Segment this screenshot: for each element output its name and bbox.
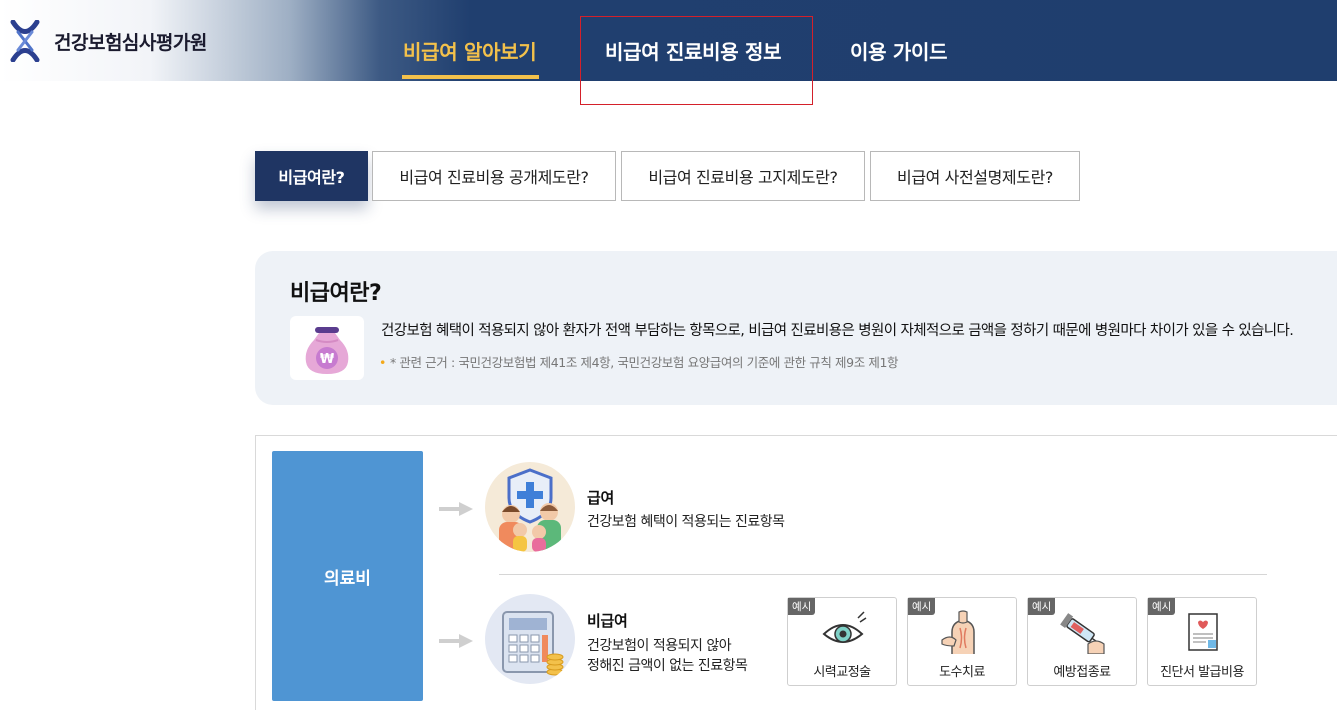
legal-basis-note: • * 관련 근거 : 국민건강보험법 제41조 제4항, 국민건강보험 요양급여… bbox=[379, 352, 899, 371]
site-logo[interactable]: 건강보험심사평가원 bbox=[10, 19, 207, 63]
nav-item-usage-guide[interactable]: 이용 가이드 bbox=[850, 36, 947, 65]
covered-title: 급여 bbox=[587, 489, 615, 507]
example-card-manual-therapy: 예시 도수치료 bbox=[907, 597, 1017, 686]
syringe-icon bbox=[1060, 613, 1105, 654]
medical-cost-box: 의료비 bbox=[272, 451, 423, 701]
definition-card: 비급여란? ₩ 건강보험 혜택이 적용되지 않아 환자가 전액 부담하는 항목으… bbox=[255, 251, 1337, 405]
example-badge: 예시 bbox=[788, 598, 816, 615]
eye-icon bbox=[822, 611, 867, 643]
definition-description: 건강보험 혜택이 적용되지 않아 환자가 전액 부담하는 항목으로, 비급여 진… bbox=[381, 323, 1294, 339]
family-shield-icon bbox=[485, 462, 575, 552]
nav-item-about-noncovered[interactable]: 비급여 알아보기 bbox=[403, 36, 537, 65]
logo-text: 건강보험심사평가원 bbox=[54, 31, 207, 54]
example-label: 진단서 발급비용 bbox=[1160, 665, 1244, 680]
example-card-vaccination: 예시 예방접종료 bbox=[1027, 597, 1137, 686]
example-label: 시력교정술 bbox=[813, 665, 871, 680]
example-badge: 예시 bbox=[1028, 598, 1056, 615]
tab-disclosure-system[interactable]: 비급여 진료비용 공개제도란? bbox=[372, 151, 616, 201]
covered-description: 건강보험 혜택이 적용되는 진료항목 bbox=[587, 514, 785, 530]
noncovered-title: 비급여 bbox=[587, 612, 628, 630]
tab-notice-system[interactable]: 비급여 진료비용 고지제도란? bbox=[621, 151, 865, 201]
example-card-certificate: 예시 진단서 발급비용 bbox=[1147, 597, 1257, 686]
example-label: 도수치료 bbox=[939, 665, 985, 680]
money-bag-icon: ₩ bbox=[290, 316, 364, 380]
nav-focus-outline bbox=[580, 16, 813, 105]
example-badge: 예시 bbox=[908, 598, 936, 615]
definition-title: 비급여란? bbox=[290, 281, 382, 306]
tab-prior-explanation-system[interactable]: 비급여 사전설명제도란? bbox=[870, 151, 1080, 201]
manual-therapy-icon bbox=[941, 610, 975, 654]
arrow-right-icon bbox=[439, 502, 473, 516]
medical-cost-diagram: 의료비 급여 건강보험 혜택이 적용되는 진료항목 비급여 건강보험이 적용되지… bbox=[255, 435, 1337, 710]
example-label: 예방접종료 bbox=[1053, 665, 1111, 680]
legal-basis-text: * 관련 근거 : 국민건강보험법 제41조 제4항, 국민건강보험 요양급여의… bbox=[389, 355, 899, 370]
noncovered-description-line1: 건강보험이 적용되지 않아 bbox=[587, 638, 732, 654]
category-divider bbox=[499, 574, 1267, 575]
example-badge: 예시 bbox=[1148, 598, 1176, 615]
logo-mark-icon bbox=[10, 19, 40, 63]
noncovered-description-line2: 정해진 금액이 없는 진료항목 bbox=[587, 658, 748, 674]
nav-active-underline bbox=[402, 75, 539, 79]
tab-what-is-noncovered[interactable]: 비급여란? bbox=[255, 151, 368, 201]
certificate-icon bbox=[1188, 613, 1218, 651]
arrow-right-icon bbox=[439, 634, 473, 648]
calculator-icon bbox=[485, 594, 575, 684]
svg-text:₩: ₩ bbox=[320, 352, 335, 367]
note-bullet-icon: • bbox=[379, 355, 386, 370]
example-card-vision-correction: 예시 시력교정술 bbox=[787, 597, 897, 686]
